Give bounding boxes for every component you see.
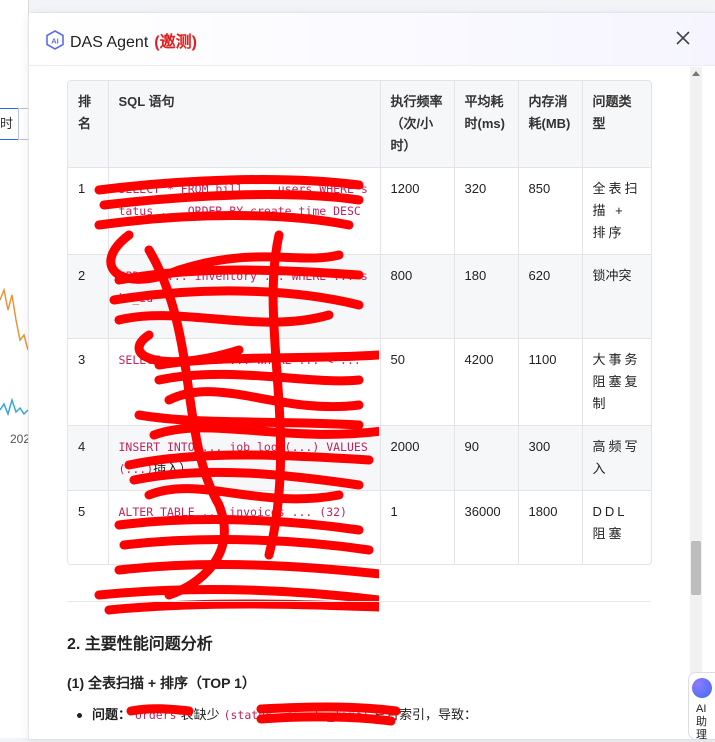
cell-avg-time: 320 — [454, 167, 519, 255]
cell-frequency: 800 — [380, 254, 455, 339]
cell-issue-type: 锁冲突 — [582, 254, 651, 339]
cell-issue-type: DDL 阻塞 — [592, 504, 628, 541]
cell-issue-type: 全表扫描 + 排序 — [582, 167, 651, 255]
subsection-heading: (1) 全表扫描 + 排序（TOP 1） — [67, 675, 256, 691]
background-app: 时 202 — [0, 0, 29, 738]
ai-sparkle-icon — [692, 678, 712, 698]
cell-memory: 1800 — [518, 490, 583, 564]
background-axis-label: 202 — [10, 432, 29, 446]
cell-avg-time: 36000 — [454, 490, 519, 564]
bullet-code-table: orders — [135, 708, 177, 722]
cell-avg-time: 90 — [454, 425, 519, 491]
table-row: 3 SELECT ... FROM ... WHERE ... < ... 50… — [68, 338, 651, 426]
bullet-label: 问题： — [92, 707, 132, 722]
sql-table: 排名 SQL 语句 执行频率（次/小时） 平均耗时(ms) 内存消耗(MB) 问… — [67, 80, 652, 565]
beta-badge: (邀测) — [154, 34, 197, 51]
cell-sql: SELECT ... FROM ... WHERE ... < ... — [108, 338, 381, 426]
dialog-header: AI DAS Agent (邀测) — [29, 13, 715, 66]
bullet-text: 表缺少 — [180, 707, 220, 722]
cell-rank: 5 — [68, 490, 109, 564]
dialog-scrollbar[interactable] — [690, 67, 702, 735]
cell-issue-type: 大事务阻塞复制 — [582, 338, 651, 426]
cell-rank: 2 — [68, 254, 109, 339]
cell-frequency: 1 — [380, 490, 455, 564]
bullet-dot — [77, 713, 82, 719]
section-heading: 2. 主要性能问题分析 — [67, 636, 213, 653]
cell-rank: 1 — [68, 167, 109, 255]
scrollbar-thumb[interactable] — [691, 541, 701, 595]
cell-rank: 3 — [68, 338, 109, 426]
cell-memory: 620 — [518, 254, 583, 339]
background-chart — [0, 287, 28, 417]
cell-sql-tail: 插入） — [153, 461, 193, 476]
cell-sql: ALTER TABLE ... invoices ... (32) — [108, 490, 381, 564]
table-header-row: 排名 SQL 语句 执行频率（次/小时） 平均耗时(ms) 内存消耗(MB) 问… — [68, 81, 651, 168]
table-row: 1 SELECT * FROM bill ... users WHERE sta… — [68, 167, 651, 255]
cell-sql: INSERT INTO ... job_log (...) VALUES (..… — [108, 425, 381, 491]
ai-logo-icon: AI — [46, 30, 64, 50]
das-agent-dialog: AI DAS Agent (邀测) 排名 SQL 语句 执行频率（次/小时） 平均… — [28, 12, 715, 740]
cell-issue-type: 高频写入 — [582, 425, 651, 491]
cell-frequency: 1200 — [380, 167, 455, 255]
scroll-up-icon[interactable] — [692, 71, 700, 76]
close-icon[interactable] — [672, 27, 694, 49]
ai-helper-label: AI助理 — [696, 703, 707, 741]
cell-memory: 1100 — [518, 338, 583, 426]
cell-avg-time: 4200 — [454, 338, 519, 426]
table-row: 5 ALTER TABLE ... invoices ... (32) 1 36… — [68, 490, 651, 564]
header-issue-type: 问题类型 — [582, 81, 651, 168]
cell-memory: 850 — [518, 167, 583, 255]
svg-text:AI: AI — [51, 37, 59, 46]
bullet-tail: 复合索引，导致： — [372, 707, 477, 722]
table-row: 2 UPDATE ... inventory ... WHERE ... sku… — [68, 254, 651, 339]
header-memory: 内存消耗(MB) — [518, 81, 583, 168]
dialog-title: DAS Agent (邀测) — [70, 34, 197, 51]
cell-avg-time: 180 — [454, 254, 519, 339]
header-rank: 排名 — [68, 81, 109, 168]
cell-frequency: 50 — [380, 338, 455, 426]
ai-helper-button[interactable]: AI助理 — [688, 672, 715, 741]
header-sql: SQL 语句 — [108, 81, 381, 168]
header-avg-time: 平均耗时(ms) — [454, 81, 519, 168]
bullet-code-index: (status, create_time) — [223, 708, 369, 722]
cell-sql: SELECT * FROM bill ... users WHERE statu… — [108, 167, 381, 255]
cell-memory: 300 — [518, 425, 583, 491]
table-row: 4 INSERT INTO ... job_log (...) VALUES (… — [68, 425, 651, 491]
list-item: 问题： orders 表缺少 (status, create_time) 复合索引，导致… — [77, 704, 477, 726]
cell-rank: 4 — [68, 425, 109, 491]
header-frequency: 执行频率（次/小时） — [380, 81, 455, 168]
cell-frequency: 2000 — [380, 425, 455, 491]
dialog-content[interactable]: 排名 SQL 语句 执行频率（次/小时） 平均耗时(ms) 内存消耗(MB) 问… — [29, 65, 715, 739]
section-divider — [67, 601, 650, 602]
cell-sql: UPDATE ... inventory ... WHERE ... sku_i… — [108, 254, 381, 339]
